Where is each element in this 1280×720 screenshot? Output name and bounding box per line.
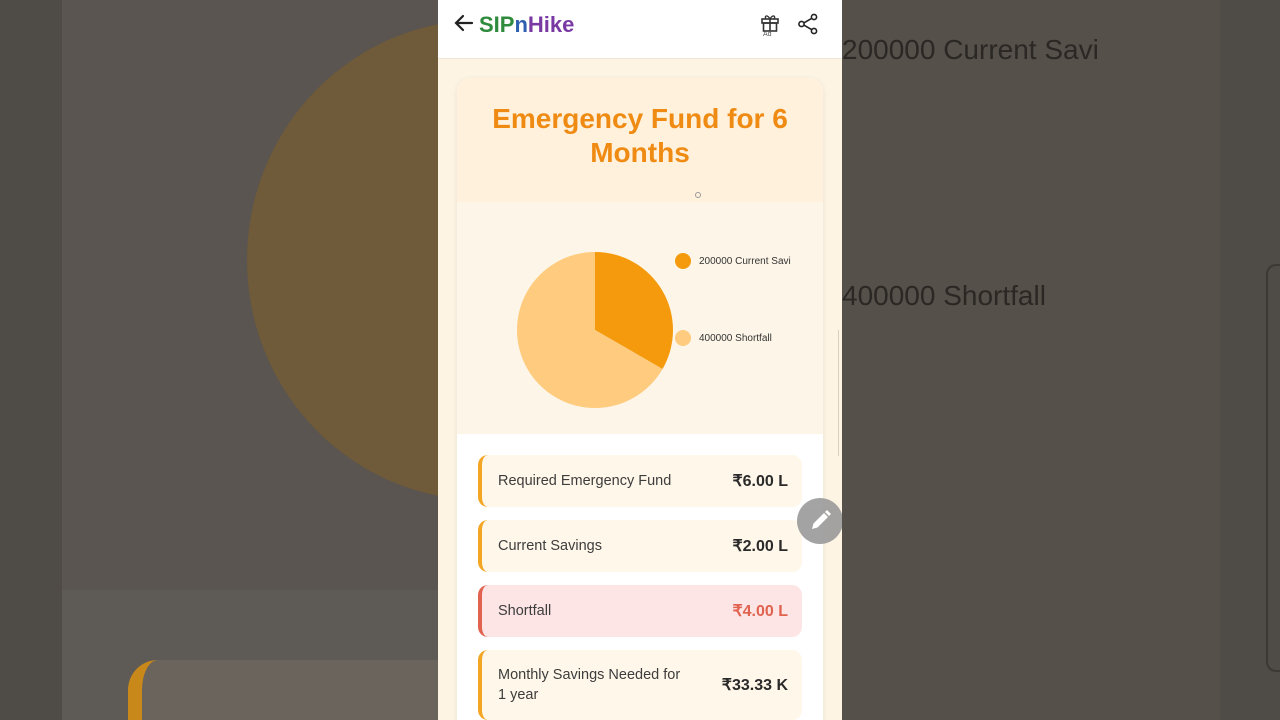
- scrollbar[interactable]: [838, 330, 842, 456]
- legend-item-shortfall: 400000 Shortfall: [675, 330, 772, 346]
- page-indicator: [695, 192, 701, 198]
- legend-dot-current-savings: [675, 253, 691, 269]
- background-echo-text-2: 400000 Shortfall: [842, 280, 1046, 311]
- logo-part-sip: SIP: [479, 12, 515, 37]
- app-bar: SIPnHike Ad: [438, 0, 842, 59]
- edit-button[interactable]: [797, 498, 842, 544]
- summary-label: Shortfall: [498, 603, 552, 619]
- legend-label-current-savings: 200000 Current Savi: [699, 255, 791, 267]
- summary-row-monthly-savings: Monthly Savings Needed for 1 year ₹33.33…: [478, 650, 802, 720]
- summary-row-current-savings: Current Savings ₹2.00 L: [478, 520, 802, 572]
- app-logo: SIPnHike: [479, 11, 574, 39]
- ad-label: Ad: [763, 31, 772, 38]
- background-left: [0, 0, 438, 720]
- summary-label: Current Savings: [498, 538, 602, 554]
- logo-part-n: n: [514, 12, 528, 37]
- legend-dot-shortfall: [675, 330, 691, 346]
- summary-list: Required Emergency Fund ₹6.00 L Current …: [457, 434, 823, 720]
- background-card-blur: [128, 660, 438, 720]
- summary-label: Required Emergency Fund: [498, 473, 672, 489]
- background-right: 200000 Current Savi 400000 Shortfall: [842, 0, 1280, 720]
- summary-row-required-fund: Required Emergency Fund ₹6.00 L: [478, 455, 802, 507]
- summary-value: ₹6.00 L: [732, 473, 788, 490]
- summary-value: ₹4.00 L: [732, 603, 788, 620]
- pie-chart: [517, 252, 673, 408]
- legend-item-current-savings: 200000 Current Savi: [675, 253, 791, 269]
- logo-part-hike: Hike: [527, 12, 575, 37]
- arrow-left-icon[interactable]: [454, 12, 474, 39]
- background-echo-text-1: 200000 Current Savi: [842, 34, 1099, 65]
- background-right-panel: [842, 0, 1220, 720]
- summary-value: ₹2.00 L: [732, 538, 788, 555]
- legend-label-shortfall: 400000 Shortfall: [699, 332, 772, 344]
- share-icon[interactable]: [797, 13, 819, 35]
- summary-row-shortfall: Shortfall ₹4.00 L: [478, 585, 802, 637]
- phone-screen: SIPnHike Ad Emergency Fund for 6 Months …: [438, 0, 842, 720]
- chart-area: 200000 Current Savi 400000 Shortfall: [457, 202, 823, 434]
- result-card: Emergency Fund for 6 Months 200000 Curre…: [457, 78, 823, 720]
- pencil-icon: [812, 510, 831, 529]
- card-title: Emergency Fund for 6 Months: [492, 103, 788, 168]
- summary-value: ₹33.33 K: [721, 677, 788, 694]
- background-edge: [1266, 264, 1280, 672]
- summary-label: Monthly Savings Needed for 1 year: [498, 667, 681, 703]
- card-header: Emergency Fund for 6 Months: [457, 78, 823, 202]
